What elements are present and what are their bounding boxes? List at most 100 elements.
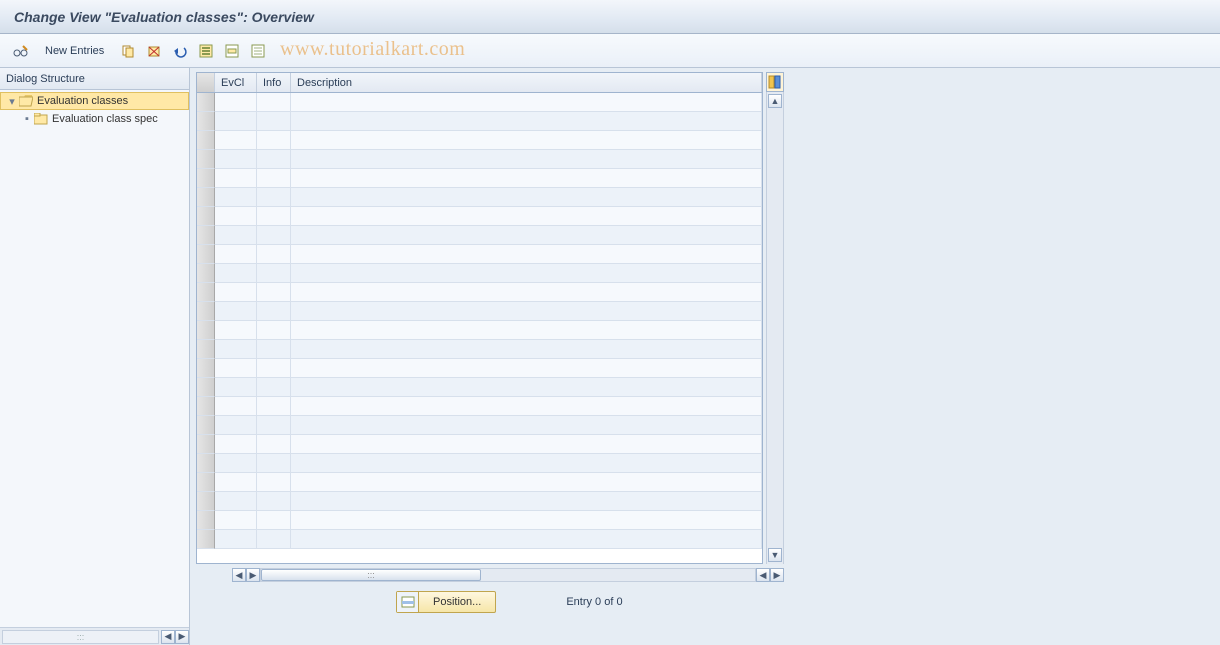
table-configure-button[interactable] — [766, 72, 784, 92]
row-selector[interactable] — [197, 188, 215, 207]
row-selector[interactable] — [197, 359, 215, 378]
cell-info[interactable] — [257, 454, 291, 473]
row-selector[interactable] — [197, 340, 215, 359]
row-selector[interactable] — [197, 93, 215, 112]
cell-evcl[interactable] — [215, 93, 257, 112]
cell-description[interactable] — [291, 454, 762, 473]
table-scroll-up-button[interactable]: ▲ — [768, 94, 782, 108]
cell-info[interactable] — [257, 416, 291, 435]
position-button[interactable]: Position... — [396, 591, 496, 613]
row-selector[interactable] — [197, 397, 215, 416]
cell-info[interactable] — [257, 359, 291, 378]
cell-description[interactable] — [291, 359, 762, 378]
row-selector[interactable] — [197, 321, 215, 340]
select-block-button[interactable] — [221, 40, 243, 62]
cell-info[interactable] — [257, 302, 291, 321]
select-all-button[interactable] — [195, 40, 217, 62]
row-selector[interactable] — [197, 416, 215, 435]
table-scroll-down-button[interactable]: ▼ — [768, 548, 782, 562]
table-scroll-left-button[interactable]: ▶ — [246, 568, 260, 582]
table-scroll-first-button[interactable]: ◀ — [232, 568, 246, 582]
row-selector[interactable] — [197, 283, 215, 302]
table-vscroll-track[interactable]: ▲ ▼ — [766, 92, 784, 564]
expand-icon[interactable]: ▾ — [5, 95, 19, 108]
cell-description[interactable] — [291, 93, 762, 112]
cell-info[interactable] — [257, 283, 291, 302]
cell-info[interactable] — [257, 150, 291, 169]
row-selector[interactable] — [197, 302, 215, 321]
cell-description[interactable] — [291, 169, 762, 188]
cell-description[interactable] — [291, 207, 762, 226]
cell-evcl[interactable] — [215, 207, 257, 226]
left-pane-scroll-left-button[interactable]: ◀ — [161, 630, 175, 644]
table-scroll-last-button[interactable]: ▶ — [770, 568, 784, 582]
cell-info[interactable] — [257, 112, 291, 131]
cell-evcl[interactable] — [215, 264, 257, 283]
cell-evcl[interactable] — [215, 397, 257, 416]
cell-info[interactable] — [257, 321, 291, 340]
left-pane-scroll-right-button[interactable]: ▶ — [175, 630, 189, 644]
cell-info[interactable] — [257, 378, 291, 397]
cell-evcl[interactable] — [215, 321, 257, 340]
row-selector[interactable] — [197, 454, 215, 473]
left-pane-hscroll-track[interactable]: ::: — [2, 630, 159, 644]
cell-description[interactable] — [291, 321, 762, 340]
cell-evcl[interactable] — [215, 302, 257, 321]
cell-evcl[interactable] — [215, 435, 257, 454]
cell-evcl[interactable] — [215, 530, 257, 549]
row-selector[interactable] — [197, 131, 215, 150]
cell-evcl[interactable] — [215, 112, 257, 131]
row-selector[interactable] — [197, 511, 215, 530]
cell-description[interactable] — [291, 264, 762, 283]
cell-info[interactable] — [257, 207, 291, 226]
cell-description[interactable] — [291, 188, 762, 207]
cell-info[interactable] — [257, 93, 291, 112]
cell-description[interactable] — [291, 245, 762, 264]
cell-info[interactable] — [257, 169, 291, 188]
cell-description[interactable] — [291, 302, 762, 321]
cell-description[interactable] — [291, 283, 762, 302]
cell-description[interactable] — [291, 435, 762, 454]
new-entries-button[interactable]: New Entries — [36, 40, 113, 62]
row-selector[interactable] — [197, 169, 215, 188]
cell-evcl[interactable] — [215, 511, 257, 530]
table-scroll-right-button[interactable]: ◀ — [756, 568, 770, 582]
table-hscroll-thumb[interactable]: ::: — [261, 569, 481, 581]
cell-info[interactable] — [257, 245, 291, 264]
table-header-evcl[interactable]: EvCl — [215, 73, 257, 92]
cell-evcl[interactable] — [215, 283, 257, 302]
cell-info[interactable] — [257, 435, 291, 454]
row-selector[interactable] — [197, 112, 215, 131]
undo-button[interactable] — [169, 40, 191, 62]
table-header-description[interactable]: Description — [291, 73, 762, 92]
cell-evcl[interactable] — [215, 492, 257, 511]
cell-description[interactable] — [291, 340, 762, 359]
cell-evcl[interactable] — [215, 188, 257, 207]
cell-description[interactable] — [291, 378, 762, 397]
delete-button[interactable] — [143, 40, 165, 62]
cell-info[interactable] — [257, 511, 291, 530]
cell-description[interactable] — [291, 131, 762, 150]
cell-evcl[interactable] — [215, 245, 257, 264]
row-selector[interactable] — [197, 530, 215, 549]
cell-info[interactable] — [257, 264, 291, 283]
cell-info[interactable] — [257, 492, 291, 511]
row-selector[interactable] — [197, 378, 215, 397]
cell-description[interactable] — [291, 492, 762, 511]
tree-item-evaluation-class-spec[interactable]: ▪ Evaluation class spec — [0, 110, 189, 128]
table-header-selector[interactable] — [197, 73, 215, 92]
cell-evcl[interactable] — [215, 454, 257, 473]
row-selector[interactable] — [197, 150, 215, 169]
row-selector[interactable] — [197, 245, 215, 264]
tree-item-evaluation-classes[interactable]: ▾ Evaluation classes — [0, 92, 189, 110]
cell-info[interactable] — [257, 226, 291, 245]
cell-description[interactable] — [291, 530, 762, 549]
copy-as-button[interactable] — [117, 40, 139, 62]
table-hscroll-track[interactable]: ::: — [260, 568, 756, 582]
cell-description[interactable] — [291, 416, 762, 435]
cell-info[interactable] — [257, 473, 291, 492]
row-selector[interactable] — [197, 473, 215, 492]
deselect-all-button[interactable] — [247, 40, 269, 62]
cell-description[interactable] — [291, 226, 762, 245]
cell-evcl[interactable] — [215, 416, 257, 435]
